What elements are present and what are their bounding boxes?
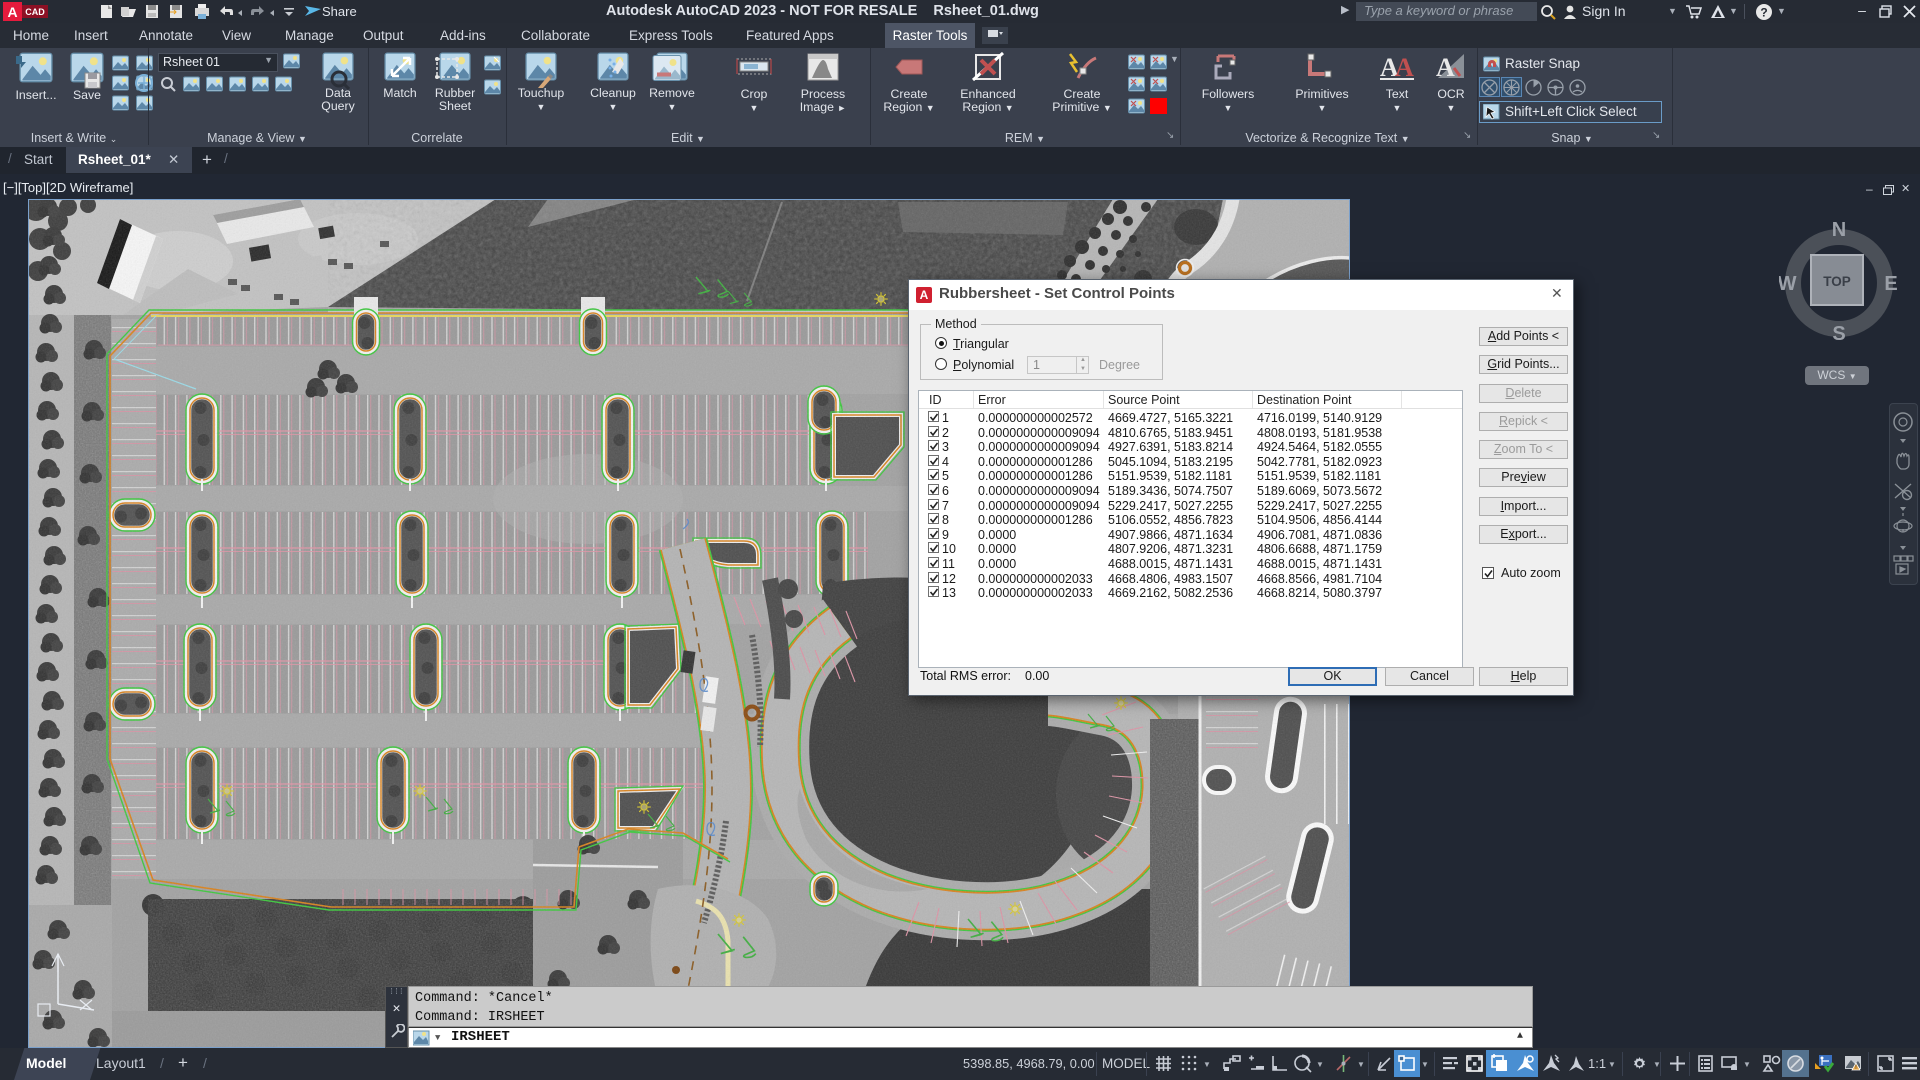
svg-text:N: N [1832,219,1846,241]
svg-text:S: S [1832,323,1845,343]
svg-text:Share: Share [322,4,357,19]
svg-text:CAD: CAD [25,7,45,17]
svg-text:TOP: TOP [1823,274,1851,289]
svg-text:?: ? [1760,6,1767,20]
svg-text:E: E [1884,273,1897,295]
svg-text:W: W [1779,273,1797,295]
svg-text:A: A [1436,53,1455,82]
svg-text:A: A [7,4,17,20]
svg-text:A: A [1395,53,1414,82]
